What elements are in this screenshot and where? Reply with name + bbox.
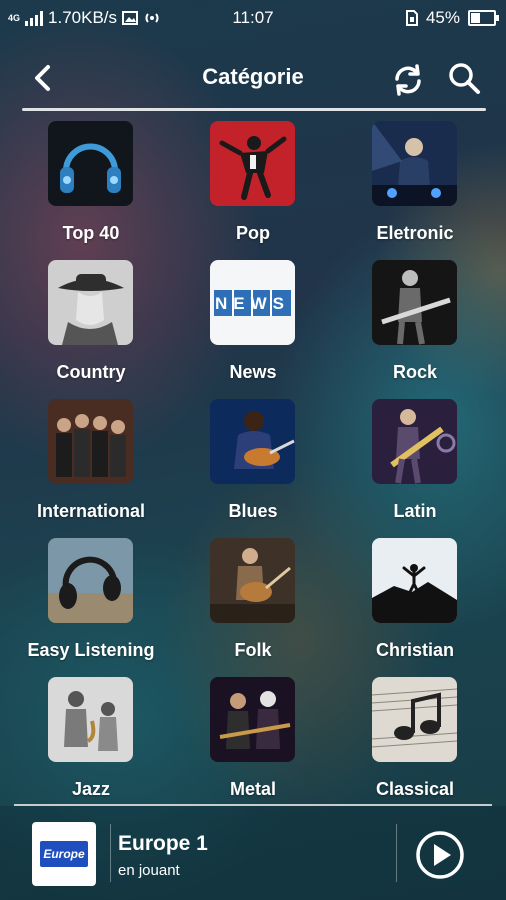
- status-right: 45%: [405, 8, 499, 28]
- category-label: International: [36, 501, 145, 521]
- category-label: Jazz: [71, 779, 111, 799]
- pop-thumbnail: [210, 121, 295, 206]
- category-top-40[interactable]: Top 40: [10, 118, 172, 254]
- category-label: Top 40: [62, 223, 120, 243]
- sim-icon: [405, 10, 418, 26]
- category-eletronic[interactable]: Eletronic: [334, 118, 496, 254]
- category-blues[interactable]: Blues: [172, 396, 334, 532]
- battery-percent: 45%: [425, 8, 460, 27]
- category-jazz[interactable]: Jazz: [10, 674, 172, 810]
- category-label: News: [229, 362, 277, 382]
- search-icon[interactable]: [446, 60, 482, 96]
- station-logo: Europe 1: [32, 822, 96, 887]
- battery-icon: [468, 10, 499, 26]
- category-metal[interactable]: Metal: [172, 674, 334, 810]
- refresh-icon[interactable]: [390, 62, 426, 98]
- metal-thumbnail: [210, 677, 295, 762]
- category-label: Folk: [234, 640, 272, 660]
- station-name: Europe 1: [118, 832, 208, 855]
- category-label: Blues: [228, 501, 278, 521]
- category-easy-listening[interactable]: Easy Listening: [10, 535, 172, 671]
- category-label: Christian: [375, 640, 454, 660]
- latin-thumbnail: [372, 399, 457, 484]
- eletronic-thumbnail: [372, 121, 457, 206]
- category-rock[interactable]: Rock: [334, 257, 496, 393]
- jazz-thumbnail: [48, 677, 133, 762]
- playback-status: en jouant: [118, 862, 180, 879]
- folk-thumbnail: [210, 538, 295, 623]
- category-label: Eletronic: [376, 223, 454, 243]
- classical-thumbnail: [372, 677, 457, 762]
- category-label: Rock: [392, 362, 437, 382]
- category-news[interactable]: NEWS News: [172, 257, 334, 393]
- category-international[interactable]: International: [10, 396, 172, 532]
- category-label: Pop: [236, 223, 270, 243]
- battery-fill: [471, 13, 480, 23]
- category-classical[interactable]: Classical: [334, 674, 496, 810]
- page-title: Catégorie: [202, 64, 304, 89]
- app-bar: Catégorie: [0, 50, 506, 110]
- category-folk[interactable]: Folk: [172, 535, 334, 671]
- category-label: Easy Listening: [27, 640, 155, 660]
- rock-thumbnail: [372, 260, 457, 345]
- easy-listening-thumbnail: [48, 538, 133, 623]
- category-country[interactable]: Country: [10, 257, 172, 393]
- blues-thumbnail: [210, 399, 295, 484]
- status-bar: 4G 1.70KB/s 11:07 45%: [0, 0, 506, 36]
- category-label: Country: [56, 362, 126, 382]
- news-thumbnail: NEWS: [210, 260, 295, 345]
- category-christian[interactable]: Christian: [334, 535, 496, 671]
- category-label: Metal: [229, 779, 276, 799]
- now-playing-bar[interactable]: Europe 1 Europe 1 en jouant: [0, 806, 506, 900]
- player-separator: [396, 824, 397, 882]
- play-icon[interactable]: [415, 830, 465, 880]
- category-pop[interactable]: Pop: [172, 118, 334, 254]
- christian-thumbnail: [372, 538, 457, 623]
- country-thumbnail: [48, 260, 133, 345]
- top-40-thumbnail: [48, 121, 133, 206]
- station-logo-text: Europe 1: [40, 841, 88, 887]
- category-latin[interactable]: Latin: [334, 396, 496, 532]
- international-thumbnail: [48, 399, 133, 484]
- category-label: Latin: [393, 501, 437, 521]
- header-divider: [22, 108, 486, 111]
- category-label: Classical: [375, 779, 455, 799]
- news-thumb-text: NEWS: [215, 294, 290, 313]
- player-separator: [110, 824, 111, 882]
